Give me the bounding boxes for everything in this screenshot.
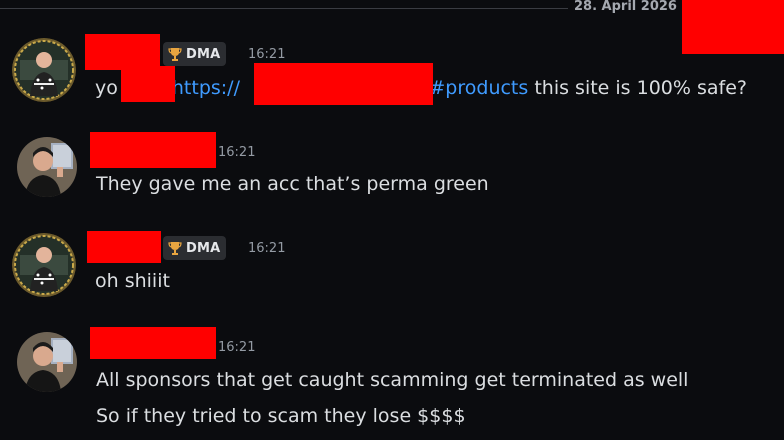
redacted-username — [87, 231, 161, 263]
message-text-end: this site is 100% safe? — [528, 77, 747, 99]
trophy-icon — [167, 46, 183, 62]
message-timestamp: 16:21 — [248, 241, 286, 256]
redacted-name-mention — [121, 66, 175, 102]
badge-label: DMA — [186, 240, 221, 256]
redacted-domain — [254, 63, 433, 105]
date-divider-line — [0, 8, 568, 9]
redacted-block — [682, 0, 784, 54]
message-text-line: All sponsors that get caught scamming ge… — [96, 369, 689, 391]
message-timestamp: 16:21 — [218, 145, 256, 160]
message-text-start: yo — [95, 77, 118, 99]
date-divider-label: 28. April 2026 — [574, 0, 677, 14]
badge-label: DMA — [186, 46, 221, 62]
avatar-user-a[interactable] — [12, 233, 76, 297]
redacted-username — [85, 34, 160, 70]
message-text-line: So if they tried to scam they lose $$$$ — [96, 405, 466, 427]
link-protocol[interactable]: https:// — [172, 77, 240, 99]
message-text: oh shiiit — [95, 270, 170, 292]
message-timestamp: 16:21 — [248, 47, 286, 62]
trophy-icon — [167, 240, 183, 256]
avatar-user-a[interactable] — [12, 38, 76, 102]
message-timestamp: 16:21 — [218, 340, 256, 355]
avatar-user-b[interactable] — [17, 137, 77, 197]
redacted-username — [90, 132, 216, 168]
avatar-user-b[interactable] — [17, 332, 77, 392]
message-text: They gave me an acc that’s perma green — [96, 173, 489, 195]
role-badge[interactable]: DMA — [163, 236, 227, 260]
role-badge[interactable]: DMA — [163, 42, 227, 66]
link-tail[interactable]: /#products — [423, 77, 528, 99]
redacted-username — [90, 327, 216, 359]
